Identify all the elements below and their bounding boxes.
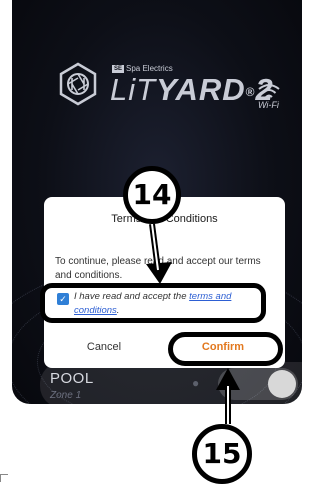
step-callout: 14 [123, 166, 181, 224]
product-name-yard: YARD [156, 72, 246, 107]
agree-highlight [40, 283, 266, 323]
registered-mark: ® [245, 85, 256, 99]
cancel-button[interactable]: Cancel [64, 336, 144, 358]
dialog-message: To continue, please read and accept our … [55, 256, 261, 281]
product-name-lit: LiT [110, 72, 157, 107]
pool-zone-row[interactable]: POOL Zone 1 ● [40, 362, 302, 404]
lityard-logo: SE Spa Electrics LiTYARD®2 Wi-Fi [58, 62, 288, 122]
pool-zone-label: Zone 1 [50, 390, 82, 401]
crop-mark [0, 474, 8, 482]
lightbulb-icon: ● [192, 376, 200, 390]
step-callout: 15 [192, 424, 252, 484]
toggle-knob[interactable] [268, 370, 296, 398]
pool-title: POOL [50, 370, 94, 387]
pool-light-toggle[interactable] [218, 368, 298, 400]
product-name: LiTYARD®2 [110, 72, 274, 108]
aperture-logo-icon [59, 62, 97, 106]
wifi-label: Wi-Fi [258, 100, 279, 110]
confirm-highlight [168, 332, 283, 366]
